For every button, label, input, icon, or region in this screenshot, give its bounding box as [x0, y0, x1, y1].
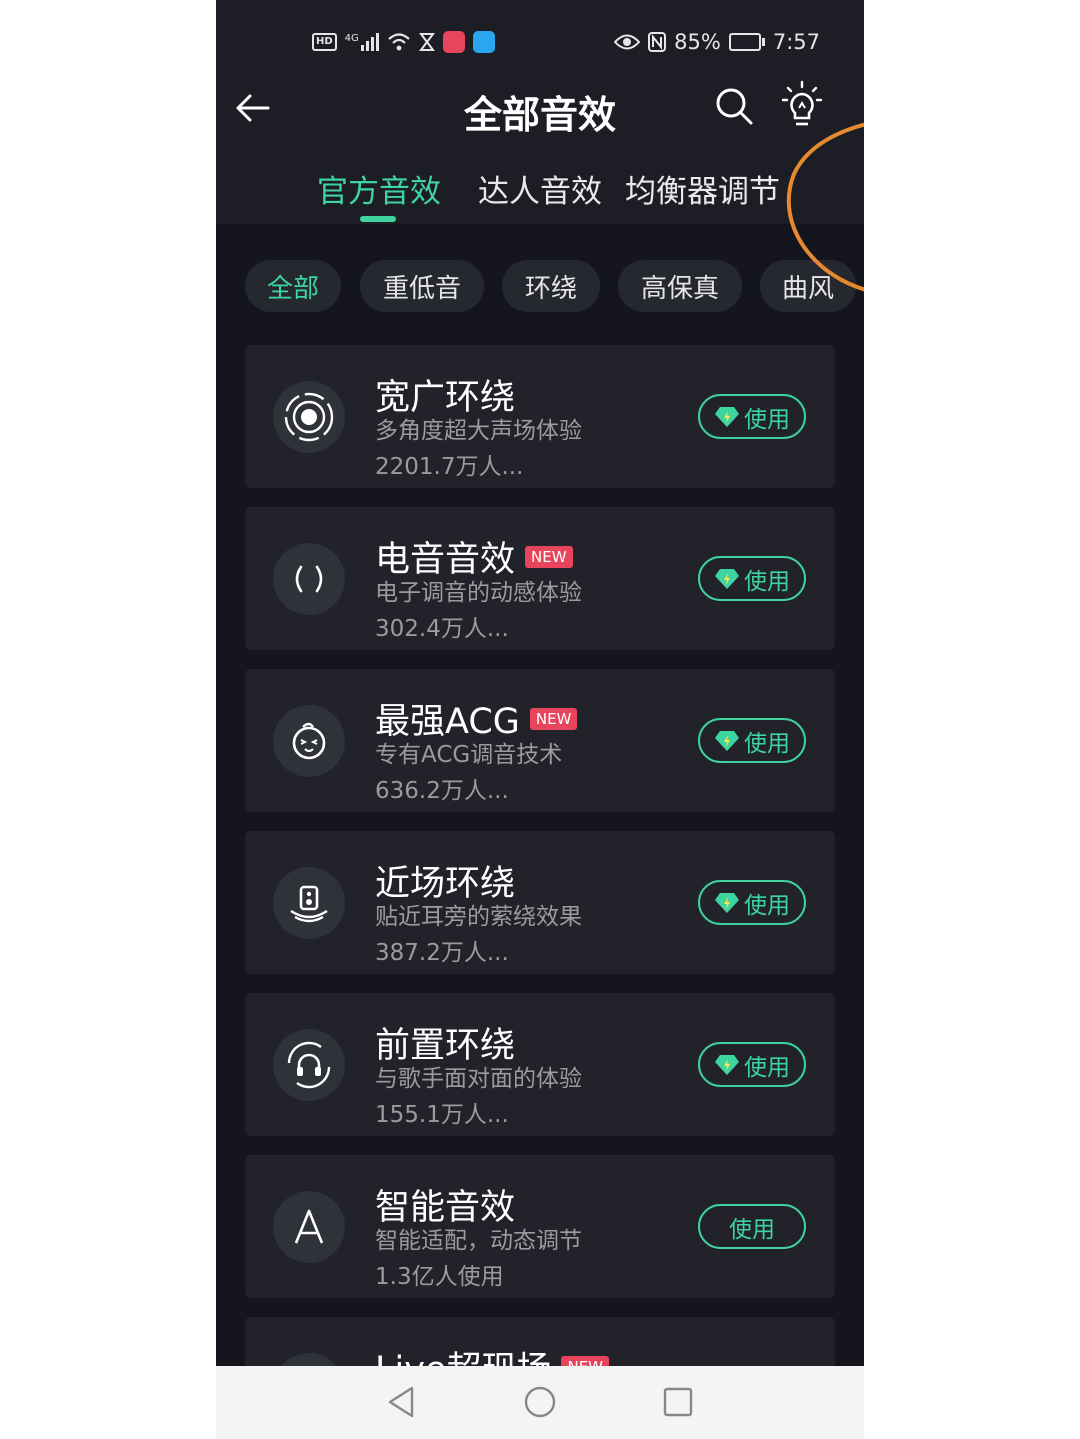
tab-indicator: [360, 216, 396, 222]
effect-description: 电子调音的动感体验: [375, 580, 582, 606]
use-button-label: 使用: [744, 730, 790, 757]
use-button-label: 使用: [744, 1054, 790, 1081]
filter-chip-genre[interactable]: 曲风: [760, 260, 856, 312]
headphones-icon: [273, 1029, 345, 1101]
gem-icon: [715, 730, 739, 751]
gem-icon: [715, 568, 739, 589]
use-button[interactable]: 使用: [698, 1042, 806, 1087]
effect-user-count: 2201.7万人...: [375, 454, 524, 480]
anime-face-icon: [273, 705, 345, 777]
effect-card[interactable]: Live超现场 NEW: [245, 1317, 835, 1366]
battery-icon: [728, 33, 765, 51]
tab-official-effects[interactable]: 官方音效: [317, 166, 441, 211]
use-button-label: 使用: [744, 406, 790, 433]
effect-description: 智能适配，动态调节: [375, 1228, 582, 1254]
app-notification-icon-blue: [472, 31, 495, 53]
header: HD 4G 85% 7:57 全部音效 官方音效 达人音效 均衡器调节: [216, 0, 864, 224]
effect-description: 专有ACG调音技术: [375, 742, 563, 768]
live-icon: [273, 1353, 345, 1366]
effect-description: 多角度超大声场体验: [375, 418, 582, 444]
filter-chip-surround[interactable]: 环绕: [502, 260, 600, 312]
effect-description: 与歌手面对面的体验: [375, 1066, 582, 1092]
gem-icon: [715, 892, 739, 913]
surround-rings-icon: [273, 381, 345, 453]
effect-user-count: 387.2万人...: [375, 940, 509, 966]
status-bar-left: HD 4G: [312, 28, 495, 56]
effect-user-count: 302.4万人...: [375, 616, 509, 642]
effect-card[interactable]: 近场环绕 贴近耳旁的萦绕效果 387.2万人... 使用: [245, 831, 835, 974]
effect-card[interactable]: 电音音效 NEW 电子调音的动感体验 302.4万人... 使用: [245, 507, 835, 650]
hd-indicator: HD: [312, 33, 337, 51]
effect-card[interactable]: 智能音效 智能适配，动态调节 1.3亿人使用 使用: [245, 1155, 835, 1298]
nav-recents-icon[interactable]: [660, 1384, 696, 1420]
clock: 7:57: [772, 30, 820, 54]
sound-waves-icon: [273, 543, 345, 615]
nfc-icon: [648, 32, 667, 52]
status-bar-right: 85% 7:57: [614, 28, 820, 56]
search-icon[interactable]: [714, 86, 754, 126]
app-notification-icon-red: [442, 31, 465, 53]
nav-home-icon[interactable]: [522, 1384, 558, 1420]
use-button[interactable]: 使用: [698, 718, 806, 763]
effect-card[interactable]: 宽广环绕 多角度超大声场体验 2201.7万人... 使用: [245, 345, 835, 488]
tab-creator-effects[interactable]: 达人音效: [478, 166, 602, 211]
use-button[interactable]: 使用: [698, 880, 806, 925]
use-button[interactable]: 使用: [698, 394, 806, 439]
tab-equalizer[interactable]: 均衡器调节: [625, 166, 780, 211]
filter-chip-hifi[interactable]: 高保真: [618, 260, 742, 312]
eye-icon: [614, 34, 641, 50]
effect-user-count: 636.2万人...: [375, 778, 509, 804]
app-screen: HD 4G 85% 7:57 全部音效 官方音效 达人音效 均衡器调节 全部 重…: [216, 0, 864, 1366]
effect-title: Live超现场: [375, 1341, 551, 1366]
effect-user-count: 1.3亿人使用: [375, 1264, 504, 1290]
use-button-label: 使用: [744, 568, 790, 595]
new-badge: NEW: [525, 545, 573, 568]
new-badge: NEW: [561, 1355, 610, 1366]
use-button-label: 使用: [729, 1216, 775, 1243]
title-row: Live超现场 NEW: [375, 1341, 610, 1366]
filter-chip-bass[interactable]: 重低音: [360, 260, 484, 312]
wifi-icon: [388, 33, 410, 51]
effect-card[interactable]: 最强ACG NEW 专有ACG调音技术 636.2万人... 使用: [245, 669, 835, 812]
effect-card[interactable]: 前置环绕 与歌手面对面的体验 155.1万人... 使用: [245, 993, 835, 1136]
effect-user-count: 155.1万人...: [375, 1102, 509, 1128]
use-button[interactable]: 使用: [698, 1204, 806, 1249]
system-nav-bar: [216, 1366, 864, 1439]
gem-icon: [715, 406, 739, 427]
signal-icon: 4G: [345, 33, 379, 51]
effect-description: 贴近耳旁的萦绕效果: [375, 904, 582, 930]
hourglass-icon: [418, 33, 435, 51]
gem-icon: [715, 1054, 739, 1075]
speaker-icon: [273, 867, 345, 939]
nav-back-icon[interactable]: [384, 1384, 420, 1420]
letter-a-icon: [273, 1191, 345, 1263]
use-button[interactable]: 使用: [698, 556, 806, 601]
use-button-label: 使用: [744, 892, 790, 919]
filter-chip-all[interactable]: 全部: [245, 260, 341, 312]
network-type: 4G: [344, 33, 359, 44]
lightbulb-icon[interactable]: [780, 80, 824, 128]
page-title: 全部音效: [463, 93, 616, 137]
battery-percent: 85%: [674, 30, 721, 54]
new-badge: NEW: [529, 707, 578, 730]
